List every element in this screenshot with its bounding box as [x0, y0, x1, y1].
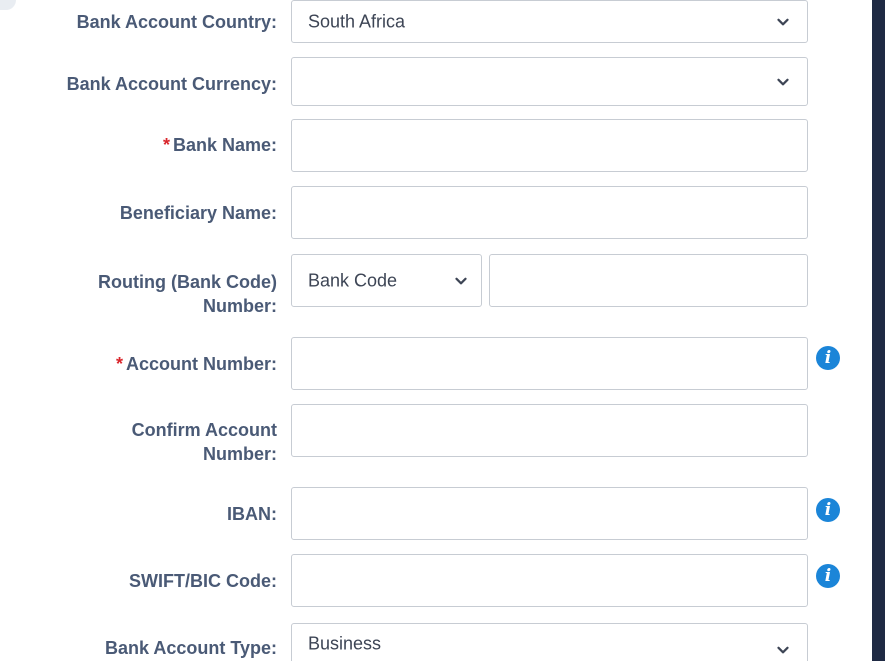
chevron-down-icon: [777, 76, 789, 88]
bank-account-country-select[interactable]: South Africa: [291, 0, 808, 43]
confirm-account-number-label: Confirm Account Number:: [131, 420, 277, 464]
chevron-down-icon: [455, 275, 467, 287]
bank-account-currency-select[interactable]: [291, 57, 808, 106]
bank-account-type-label: Bank Account Type:: [104, 638, 277, 658]
routing-number-input[interactable]: [489, 254, 808, 307]
bank-account-type-value: Business: [308, 633, 382, 654]
routing-code-type-value: Bank Code: [308, 270, 398, 290]
bank-account-type-select[interactable]: Business: [291, 623, 808, 661]
account-number-input[interactable]: [291, 337, 808, 390]
required-marker: *: [115, 354, 123, 374]
bank-name-input[interactable]: [291, 119, 808, 172]
chevron-down-icon: [777, 16, 789, 28]
iban-label: IBAN:: [227, 504, 277, 524]
iban-input[interactable]: [291, 487, 808, 540]
chevron-down-icon: [777, 644, 789, 656]
bank-name-label: * Bank Name:: [162, 135, 277, 155]
beneficiary-name-label: Beneficiary Name:: [119, 203, 277, 223]
bank-account-country-label: Bank Account Country:: [76, 12, 277, 32]
bank-account-currency-label: Bank Account Currency:: [66, 74, 277, 94]
swift-bic-label: SWIFT/BIC Code:: [129, 571, 277, 591]
info-icon[interactable]: i: [816, 564, 840, 588]
window-edge-bar: [872, 0, 885, 661]
panel-corner: [0, 0, 16, 10]
bank-account-country-value: South Africa: [308, 11, 406, 31]
routing-code-type-select[interactable]: Bank Code: [291, 254, 482, 307]
info-icon[interactable]: i: [816, 498, 840, 522]
swift-bic-input[interactable]: [291, 554, 808, 607]
routing-number-label: Routing (Bank Code) Number:: [98, 272, 277, 316]
account-number-label: * Account Number:: [115, 354, 277, 374]
bank-details-form: Bank Account Country: South Africa Bank …: [0, 0, 885, 661]
info-icon[interactable]: i: [816, 346, 840, 370]
beneficiary-name-input[interactable]: [291, 186, 808, 239]
confirm-account-number-input[interactable]: [291, 404, 808, 457]
required-marker: *: [162, 135, 170, 155]
